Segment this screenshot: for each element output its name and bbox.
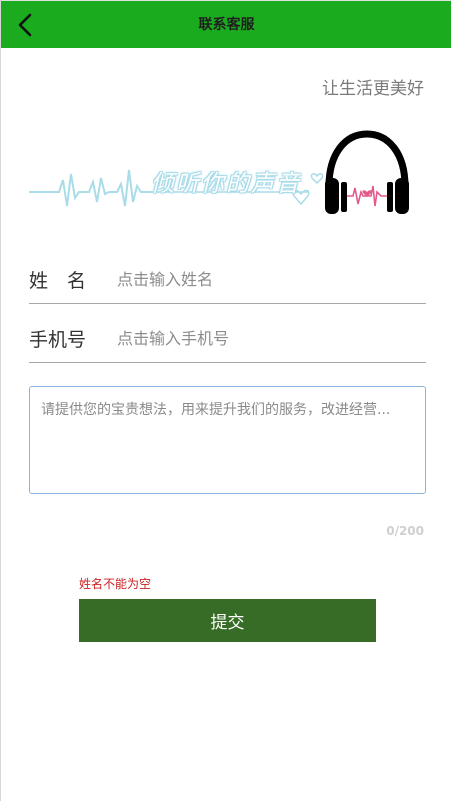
name-input[interactable] [115,264,419,294]
phone-field-row: 手机号 [29,311,426,363]
feedback-textarea[interactable] [29,386,426,494]
banner: 倾听你的声音 [29,122,419,222]
page-title: 联系客服 [198,17,255,33]
phone-label: 手机号 [29,329,87,351]
banner-text: 倾听你的声音 [151,171,301,197]
slogan-text: 让生活更美好 [322,79,424,99]
char-counter: 0/200 [386,524,424,538]
name-field-row: 姓 名 [29,252,426,304]
top-bar: 联系客服 [1,0,451,48]
phone-input[interactable] [115,323,419,353]
name-label: 姓 名 [29,270,87,292]
submit-button[interactable]: 提交 [79,599,376,642]
error-message: 姓名不能为空 [79,577,152,591]
headphones-icon [325,130,409,214]
